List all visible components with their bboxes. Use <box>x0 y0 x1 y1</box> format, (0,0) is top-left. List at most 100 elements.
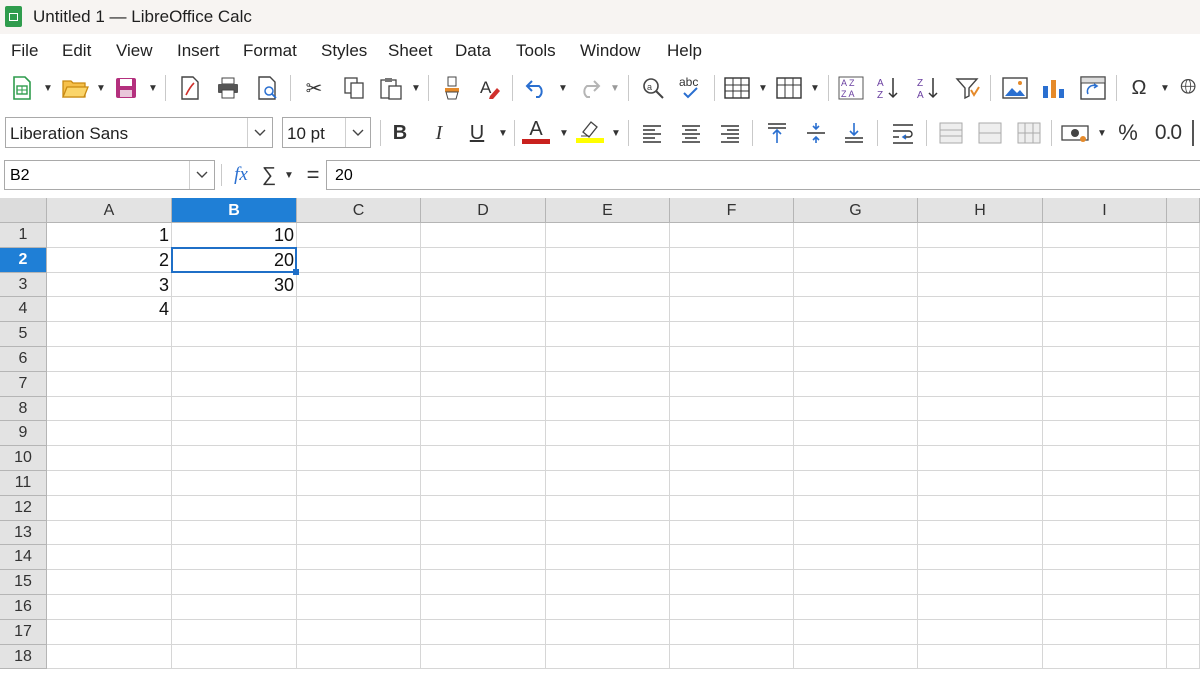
italic-icon[interactable]: I <box>426 119 452 147</box>
special-character-icon[interactable]: Ω <box>1126 74 1152 102</box>
cell-g1[interactable] <box>794 223 918 248</box>
row-header-9[interactable]: 9 <box>0 421 47 447</box>
row-header-5[interactable]: 5 <box>0 322 47 347</box>
cell-c6[interactable] <box>297 347 421 372</box>
sort-icon[interactable]: A ZZ A <box>838 74 864 102</box>
cut-icon[interactable]: ✂ <box>301 74 327 102</box>
print-icon[interactable] <box>215 74 241 102</box>
decimal-format-icon[interactable]: 0.0 <box>1152 119 1184 147</box>
cell-f3[interactable] <box>670 272 794 298</box>
cell-g16[interactable] <box>794 595 918 620</box>
cell-partial[interactable] <box>1167 619 1200 645</box>
cell-g9[interactable] <box>794 421 918 447</box>
cell-i6[interactable] <box>1043 347 1167 372</box>
cell-f18[interactable] <box>670 644 794 670</box>
cell-f8[interactable] <box>670 396 794 422</box>
chevron-down-icon[interactable]: ▼ <box>758 74 768 102</box>
column-header-a[interactable]: A <box>47 198 172 223</box>
chevron-down-icon[interactable]: ▼ <box>411 74 421 102</box>
cell-h10[interactable] <box>918 446 1043 471</box>
cell-f7[interactable] <box>670 371 794 397</box>
cell-g7[interactable] <box>794 371 918 397</box>
cell-c10[interactable] <box>297 446 421 471</box>
name-box[interactable] <box>4 160 215 190</box>
cell-h12[interactable] <box>918 495 1043 521</box>
chevron-down-icon[interactable]: ▼ <box>611 119 621 147</box>
cell-d10[interactable] <box>421 446 546 471</box>
cell-f10[interactable] <box>670 446 794 471</box>
chevron-down-icon[interactable] <box>247 118 272 147</box>
cell-h9[interactable] <box>918 421 1043 447</box>
cell-d7[interactable] <box>421 371 546 397</box>
cell-c1[interactable] <box>297 223 421 248</box>
column-icon[interactable] <box>776 74 802 102</box>
cell-d2[interactable] <box>421 247 546 273</box>
chevron-down-icon[interactable]: ▼ <box>558 74 568 102</box>
cell-b6[interactable] <box>172 347 297 372</box>
cell-e1[interactable] <box>546 223 670 248</box>
column-header-c[interactable]: C <box>297 198 421 223</box>
cell-e16[interactable] <box>546 595 670 620</box>
pivot-table-icon[interactable] <box>1080 74 1106 102</box>
cell-b13[interactable] <box>172 520 297 546</box>
row-header-15[interactable]: 15 <box>0 570 47 595</box>
align-top-icon[interactable] <box>764 119 790 147</box>
cell-d9[interactable] <box>421 421 546 447</box>
cell-f5[interactable] <box>670 322 794 347</box>
cell-c16[interactable] <box>297 595 421 620</box>
column-header-f[interactable]: F <box>670 198 794 223</box>
merge-cells-icon[interactable] <box>977 119 1003 147</box>
cell-b10[interactable] <box>172 446 297 471</box>
cell-e7[interactable] <box>546 371 670 397</box>
insert-chart-icon[interactable] <box>1041 74 1067 102</box>
cell-e6[interactable] <box>546 347 670 372</box>
cell-d18[interactable] <box>421 644 546 670</box>
cell-c2[interactable] <box>297 247 421 273</box>
cell-i11[interactable] <box>1043 471 1167 496</box>
cell-c15[interactable] <box>297 570 421 595</box>
merge-center-icon[interactable] <box>938 119 964 147</box>
cell-e4[interactable] <box>546 297 670 323</box>
cell-partial[interactable] <box>1167 520 1200 546</box>
cell-i3[interactable] <box>1043 272 1167 298</box>
row-header-6[interactable]: 6 <box>0 347 47 372</box>
cell-b12[interactable] <box>172 495 297 521</box>
cell-a9[interactable] <box>47 421 172 447</box>
column-header-i[interactable]: I <box>1043 198 1167 223</box>
cell-g15[interactable] <box>794 570 918 595</box>
cell-a13[interactable] <box>47 520 172 546</box>
cell-g17[interactable] <box>794 619 918 645</box>
row-header-3[interactable]: 3 <box>0 272 47 298</box>
spelling-icon[interactable]: abc <box>678 74 706 102</box>
cell-b8[interactable] <box>172 396 297 422</box>
underline-icon[interactable]: U <box>464 119 490 147</box>
insert-image-icon[interactable] <box>1002 74 1028 102</box>
cell-b18[interactable] <box>172 644 297 670</box>
cell-i7[interactable] <box>1043 371 1167 397</box>
chevron-down-icon[interactable]: ▼ <box>284 161 294 189</box>
cell-g4[interactable] <box>794 297 918 323</box>
cell-d1[interactable] <box>421 223 546 248</box>
cell-g5[interactable] <box>794 322 918 347</box>
cell-b16[interactable] <box>172 595 297 620</box>
cell-partial[interactable] <box>1167 347 1200 372</box>
cell-a7[interactable] <box>47 371 172 397</box>
cell-g10[interactable] <box>794 446 918 471</box>
cell-a15[interactable] <box>47 570 172 595</box>
cell-b11[interactable] <box>172 471 297 496</box>
cell-e18[interactable] <box>546 644 670 670</box>
row-header-1[interactable]: 1 <box>0 223 47 248</box>
paste-icon[interactable] <box>378 74 404 102</box>
cell-a2[interactable]: 2 <box>47 247 172 273</box>
cell-partial[interactable] <box>1167 446 1200 471</box>
menu-window[interactable]: Window <box>580 41 640 61</box>
cell-d8[interactable] <box>421 396 546 422</box>
cell-g12[interactable] <box>794 495 918 521</box>
unmerge-cells-icon[interactable] <box>1016 119 1042 147</box>
cell-partial[interactable] <box>1167 495 1200 521</box>
cell-a1[interactable]: 1 <box>47 223 172 248</box>
cell-e11[interactable] <box>546 471 670 496</box>
bold-icon[interactable]: B <box>387 119 413 147</box>
cell-h7[interactable] <box>918 371 1043 397</box>
formula-input-field[interactable] <box>333 166 1177 186</box>
